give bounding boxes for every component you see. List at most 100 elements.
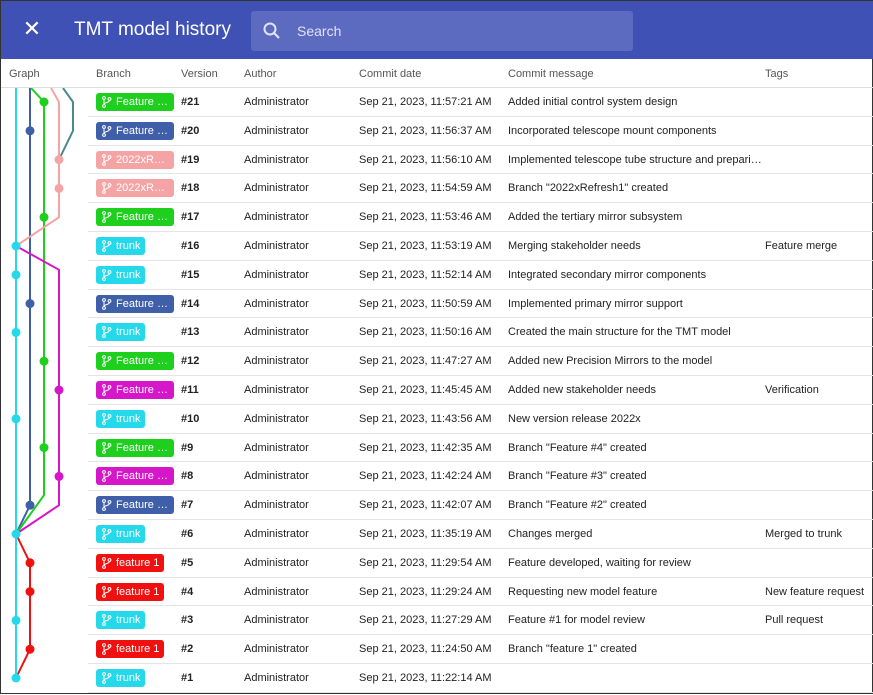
search-input[interactable] [297, 21, 617, 41]
branch-icon [102, 153, 112, 166]
branch-name: 2022xRef… [116, 182, 174, 195]
version: #5 [181, 556, 194, 569]
table-row[interactable]: Feature #2 #7 Administrator Sep 21, 2023… [88, 491, 873, 520]
branch-name: Feature #3 [116, 383, 170, 396]
commit-message: Implemented telescope tube structure and… [508, 153, 762, 166]
commit-message: Added new Precision Mirrors to the model [508, 355, 713, 368]
branch-badge[interactable]: feature 1 [96, 582, 165, 601]
commit-message: Requesting new model feature [508, 585, 658, 598]
branch-icon [102, 124, 112, 137]
tag: Pull request [765, 614, 824, 627]
author: Administrator [244, 643, 309, 656]
branch-icon [102, 556, 112, 569]
branch-name: Feature #4 [116, 441, 170, 454]
commit-date: Sep 21, 2023, 11:27:29 AM [359, 614, 492, 627]
branch-badge[interactable]: 2022xRef… [96, 179, 174, 198]
branch-badge[interactable]: trunk [96, 409, 146, 428]
table-row[interactable]: Feature #4 #17 Administrator Sep 21, 202… [88, 203, 873, 232]
table-row[interactable]: trunk #15 Administrator Sep 21, 2023, 11… [88, 261, 873, 290]
branch-badge[interactable]: 2022xRef… [96, 150, 174, 169]
version: #15 [181, 268, 200, 281]
table-row[interactable]: Feature #2 #20 Administrator Sep 21, 202… [88, 117, 873, 146]
table-row[interactable]: feature 1 #5 Administrator Sep 21, 2023,… [88, 549, 873, 578]
branch-icon [102, 268, 112, 281]
branch-badge[interactable]: Feature #4 [96, 93, 174, 111]
branch-badge[interactable]: Feature #2 [96, 496, 174, 515]
col-author[interactable]: Author [244, 68, 276, 80]
commit-message: Changes merged [508, 527, 593, 540]
author: Administrator [244, 412, 309, 425]
commit-message: Created the main structure for the TMT m… [508, 326, 731, 339]
branch-icon [102, 614, 112, 627]
table-row[interactable]: trunk #3 Administrator Sep 21, 2023, 11:… [88, 606, 873, 636]
branch-badge[interactable]: Feature #4 [96, 438, 174, 457]
author: Administrator [244, 470, 309, 483]
author: Administrator [244, 441, 309, 454]
col-tags[interactable]: Tags [765, 68, 788, 80]
tag: Verification [765, 383, 819, 396]
branch-badge[interactable]: trunk [96, 611, 146, 630]
branch-badge[interactable]: trunk [96, 236, 146, 255]
table-row[interactable]: Feature #3 #11 Administrator Sep 21, 202… [88, 376, 873, 405]
search-box[interactable] [251, 11, 633, 51]
branch-name: trunk [116, 268, 141, 281]
branch-badge[interactable]: trunk [96, 323, 146, 342]
version: #11 [181, 383, 199, 396]
table-row[interactable]: feature 1 #4 Administrator Sep 21, 2023,… [88, 578, 873, 607]
col-branch[interactable]: Branch [96, 68, 131, 80]
branch-name: Feature #2 [116, 499, 170, 512]
version: #3 [181, 614, 194, 627]
commit-date: Sep 21, 2023, 11:53:19 AM [359, 239, 492, 252]
commit-message: New version release 2022x [508, 412, 641, 425]
table-row[interactable]: 2022xRef… #18 Administrator Sep 21, 2023… [88, 174, 873, 204]
table-row[interactable]: Feature #4 #9 Administrator Sep 21, 2023… [88, 434, 873, 463]
branch-badge[interactable]: feature 1 [96, 553, 165, 572]
table-row[interactable]: feature 1 #2 Administrator Sep 21, 2023,… [88, 635, 873, 664]
table-row[interactable]: trunk #16 Administrator Sep 21, 2023, 11… [88, 232, 873, 261]
table-row[interactable]: Feature #3 #8 Administrator Sep 21, 2023… [88, 462, 873, 492]
commit-date: Sep 21, 2023, 11:53:46 AM [359, 211, 492, 224]
branch-badge[interactable]: Feature #3 [96, 380, 174, 399]
branch-name: feature 1 [116, 585, 160, 598]
table-row[interactable]: Feature #4 #21 Administrator Sep 21, 202… [88, 88, 873, 117]
table-row[interactable]: trunk #1 Administrator Sep 21, 2023, 11:… [88, 664, 873, 693]
table-row[interactable]: trunk #10 Administrator Sep 21, 2023, 11… [88, 405, 873, 434]
branch-name: trunk [116, 326, 141, 339]
table-row[interactable]: Feature #2 #14 Administrator Sep 21, 202… [88, 290, 873, 319]
commit-message: Branch "Feature #2" created [508, 499, 647, 512]
table-row[interactable]: trunk #6 Administrator Sep 21, 2023, 11:… [88, 520, 873, 549]
branch-name: feature 1 [116, 643, 160, 656]
branch-badge[interactable]: feature 1 [96, 640, 165, 659]
version: #6 [181, 527, 194, 540]
branch-badge[interactable]: Feature #3 [96, 467, 174, 486]
branch-badge[interactable]: trunk [96, 668, 146, 687]
tag: Merged to trunk [765, 527, 843, 540]
branch-icon [102, 355, 112, 368]
table-row[interactable]: trunk #13 Administrator Sep 21, 2023, 11… [88, 318, 873, 348]
branch-badge[interactable]: trunk [96, 265, 146, 284]
version: #7 [181, 499, 194, 512]
author: Administrator [244, 527, 309, 540]
branch-badge[interactable]: trunk [96, 524, 146, 543]
branch-icon [102, 96, 112, 108]
col-message[interactable]: Commit message [508, 68, 594, 80]
table-row[interactable]: Feature #4 #12 Administrator Sep 21, 202… [88, 347, 873, 376]
author: Administrator [244, 326, 309, 339]
branch-badge[interactable]: Feature #2 [96, 121, 174, 140]
close-icon[interactable]: ✕ [21, 17, 43, 41]
branch-badge[interactable]: Feature #4 [96, 208, 174, 227]
col-graph[interactable]: Graph [9, 68, 40, 80]
branch-badge[interactable]: Feature #2 [96, 294, 174, 313]
commit-message: Added the tertiary mirror subsystem [508, 211, 683, 224]
col-date[interactable]: Commit date [359, 68, 421, 80]
branch-name: feature 1 [116, 556, 160, 569]
commit-message: Branch "2022xRefresh1" created [508, 182, 669, 195]
branch-name: Feature #3 [116, 470, 170, 483]
author: Administrator [244, 268, 309, 281]
col-version[interactable]: Version [181, 68, 218, 80]
commit-date: Sep 21, 2023, 11:45:45 AM [359, 383, 492, 396]
commit-date: Sep 21, 2023, 11:43:56 AM [359, 412, 492, 425]
branch-badge[interactable]: Feature #4 [96, 352, 174, 371]
table-row[interactable]: 2022xRef… #19 Administrator Sep 21, 2023… [88, 146, 873, 175]
version: #21 [181, 96, 200, 108]
